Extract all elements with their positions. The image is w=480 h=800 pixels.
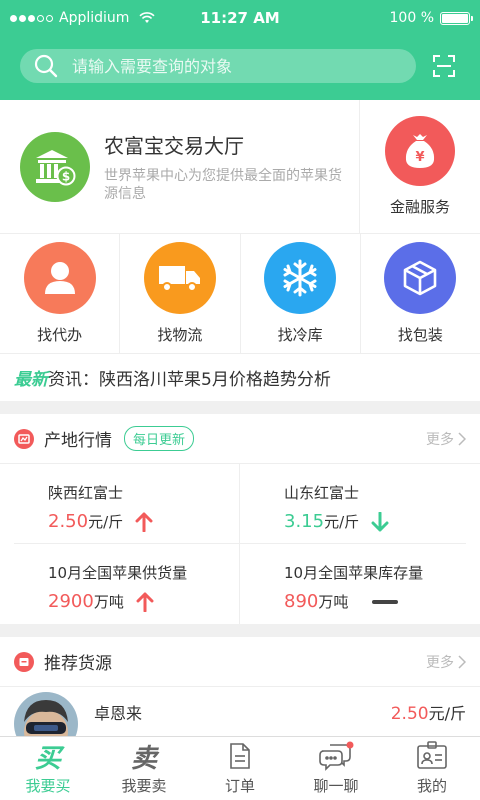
tab-sell[interactable]: 卖 我要卖 [96,737,192,800]
tab-label: 订单 [224,777,255,795]
market-item[interactable]: 山东红富士 3.15 元/斤 [240,464,466,544]
scan-button[interactable] [422,44,466,88]
news-tag: 最新 [14,370,48,390]
carrier-name: Applidium [59,10,130,26]
box-icon [384,242,457,314]
money-bag-icon: ¥ [385,116,455,186]
news-prefix: 资讯： [48,370,99,390]
service-label: 找冷库 [277,326,323,344]
svg-text:¥: ¥ [415,150,424,165]
market-item[interactable]: 10月全国苹果供货量 2900 万吨 [14,544,240,624]
tab-bar: 买 我要买 卖 我要卖 订单 聊一聊 我的 [0,736,480,800]
service-label: 找物流 [157,326,203,344]
chevron-right-icon [458,654,466,669]
document-icon [229,739,251,773]
service-grid: 找代办 找物流 找冷库 找包装 [0,234,480,354]
recommend-title: 推荐货源 [44,654,112,674]
buy-icon: 买 [34,743,61,774]
recommend-section: 推荐货源 更多 卓恩来 2.50元/斤 [0,637,480,743]
recommend-more-link[interactable]: 更多 [426,652,466,672]
supplier-price: 2.50元/斤 [390,704,466,724]
exchange-title: 农富宝交易大厅 [104,134,244,158]
top-panel: $ 农富宝交易大厅 世界苹果中心为您提供最全面的苹果货源信息 ¥ 金融服务 [0,100,480,234]
tab-profile[interactable]: 我的 [384,737,480,800]
tab-label: 我要买 [25,777,71,795]
wifi-icon [139,12,155,24]
exchange-hall-card[interactable]: $ 农富宝交易大厅 世界苹果中心为您提供最全面的苹果货源信息 [0,100,360,233]
tab-buy[interactable]: 买 我要买 [0,737,96,800]
tab-label: 聊一聊 [313,777,359,795]
arrow-up-icon [135,512,153,532]
status-bar: Applidium 11:27 AM 100 % [0,0,480,36]
tab-orders[interactable]: 订单 [192,737,288,800]
chat-icon [318,739,354,773]
market-icon [14,428,34,449]
market-item-unit: 元/斤 [88,513,124,531]
header: Applidium 11:27 AM 100 % [0,0,480,100]
exchange-description: 世界苹果中心为您提供最全面的苹果货源信息 [104,168,342,202]
chevron-right-icon [458,431,466,446]
search-input[interactable] [72,56,372,76]
service-label: 找代办 [37,326,83,344]
daily-update-badge: 每日更新 [124,426,195,451]
id-card-icon [416,739,448,773]
market-header: 产地行情 每日更新 更多 [0,414,480,464]
service-label: 找包装 [397,326,443,344]
svg-text:$: $ [62,169,70,183]
signal-strength-icon [10,14,53,22]
service-logistics[interactable]: 找物流 [120,234,241,353]
finance-label: 金融服务 [389,198,450,216]
search-bar[interactable] [20,49,416,83]
market-item-value: 3.15 [284,511,325,532]
service-agent[interactable]: 找代办 [0,234,121,353]
service-packaging[interactable]: 找包装 [361,234,480,353]
market-item-value: 2900 [48,591,94,612]
market-item-unit: 元/斤 [324,513,360,531]
tab-label: 我要卖 [121,777,167,795]
market-grid: 陕西红富士 2.50 元/斤 山东红富士 3.15 元/斤 10月全国苹果供货量 2900 万吨… [0,464,480,624]
battery-icon [440,11,473,25]
market-more-link[interactable]: 更多 [426,429,466,449]
news-headline: 陕西洛川苹果5月价格趋势分析 [99,370,331,390]
market-item-value: 890 [284,591,319,612]
truck-icon [143,242,216,314]
list-item[interactable]: 卓恩来 2.50元/斤 [0,687,480,743]
market-item-unit: 万吨 [318,593,349,611]
scan-icon [433,55,455,77]
supplier-name: 卓恩来 [94,704,143,723]
market-item-name: 山东红富士 [284,484,360,502]
recommend-icon [14,651,34,672]
tab-label: 我的 [416,777,447,795]
market-item[interactable]: 陕西红富士 2.50 元/斤 [14,464,240,544]
finance-service-button[interactable]: ¥ 金融服务 [360,100,480,233]
news-ticker[interactable]: 最新 资讯： 陕西洛川苹果5月价格趋势分析 [0,354,480,401]
sell-icon: 卖 [130,743,157,774]
person-icon [23,242,96,314]
bank-icon: $ [20,131,90,202]
market-title: 产地行情 [44,431,112,451]
battery-percent: 100 % [389,10,434,26]
market-section: 产地行情 每日更新 更多 陕西红富士 2.50 元/斤 山东红富士 3.15 元/斤 10月… [0,414,480,624]
market-item-name: 陕西红富士 [48,484,124,502]
service-cold-storage[interactable]: 找冷库 [241,234,361,353]
market-item-name: 10月全国苹果供货量 [48,564,188,582]
market-item-value: 2.50 [48,511,89,532]
flat-trend-icon [372,599,399,605]
market-item-unit: 万吨 [93,593,124,611]
search-icon [34,54,58,78]
market-item-name: 10月全国苹果库存量 [284,564,424,582]
arrow-up-icon [136,592,154,612]
signal-area: Applidium [10,10,155,26]
snowflake-icon [264,242,337,314]
arrow-down-icon [371,511,389,532]
tab-chat[interactable]: 聊一聊 [288,737,384,800]
recommend-header: 推荐货源 更多 [0,637,480,687]
market-item[interactable]: 10月全国苹果库存量 890 万吨 [240,544,466,624]
